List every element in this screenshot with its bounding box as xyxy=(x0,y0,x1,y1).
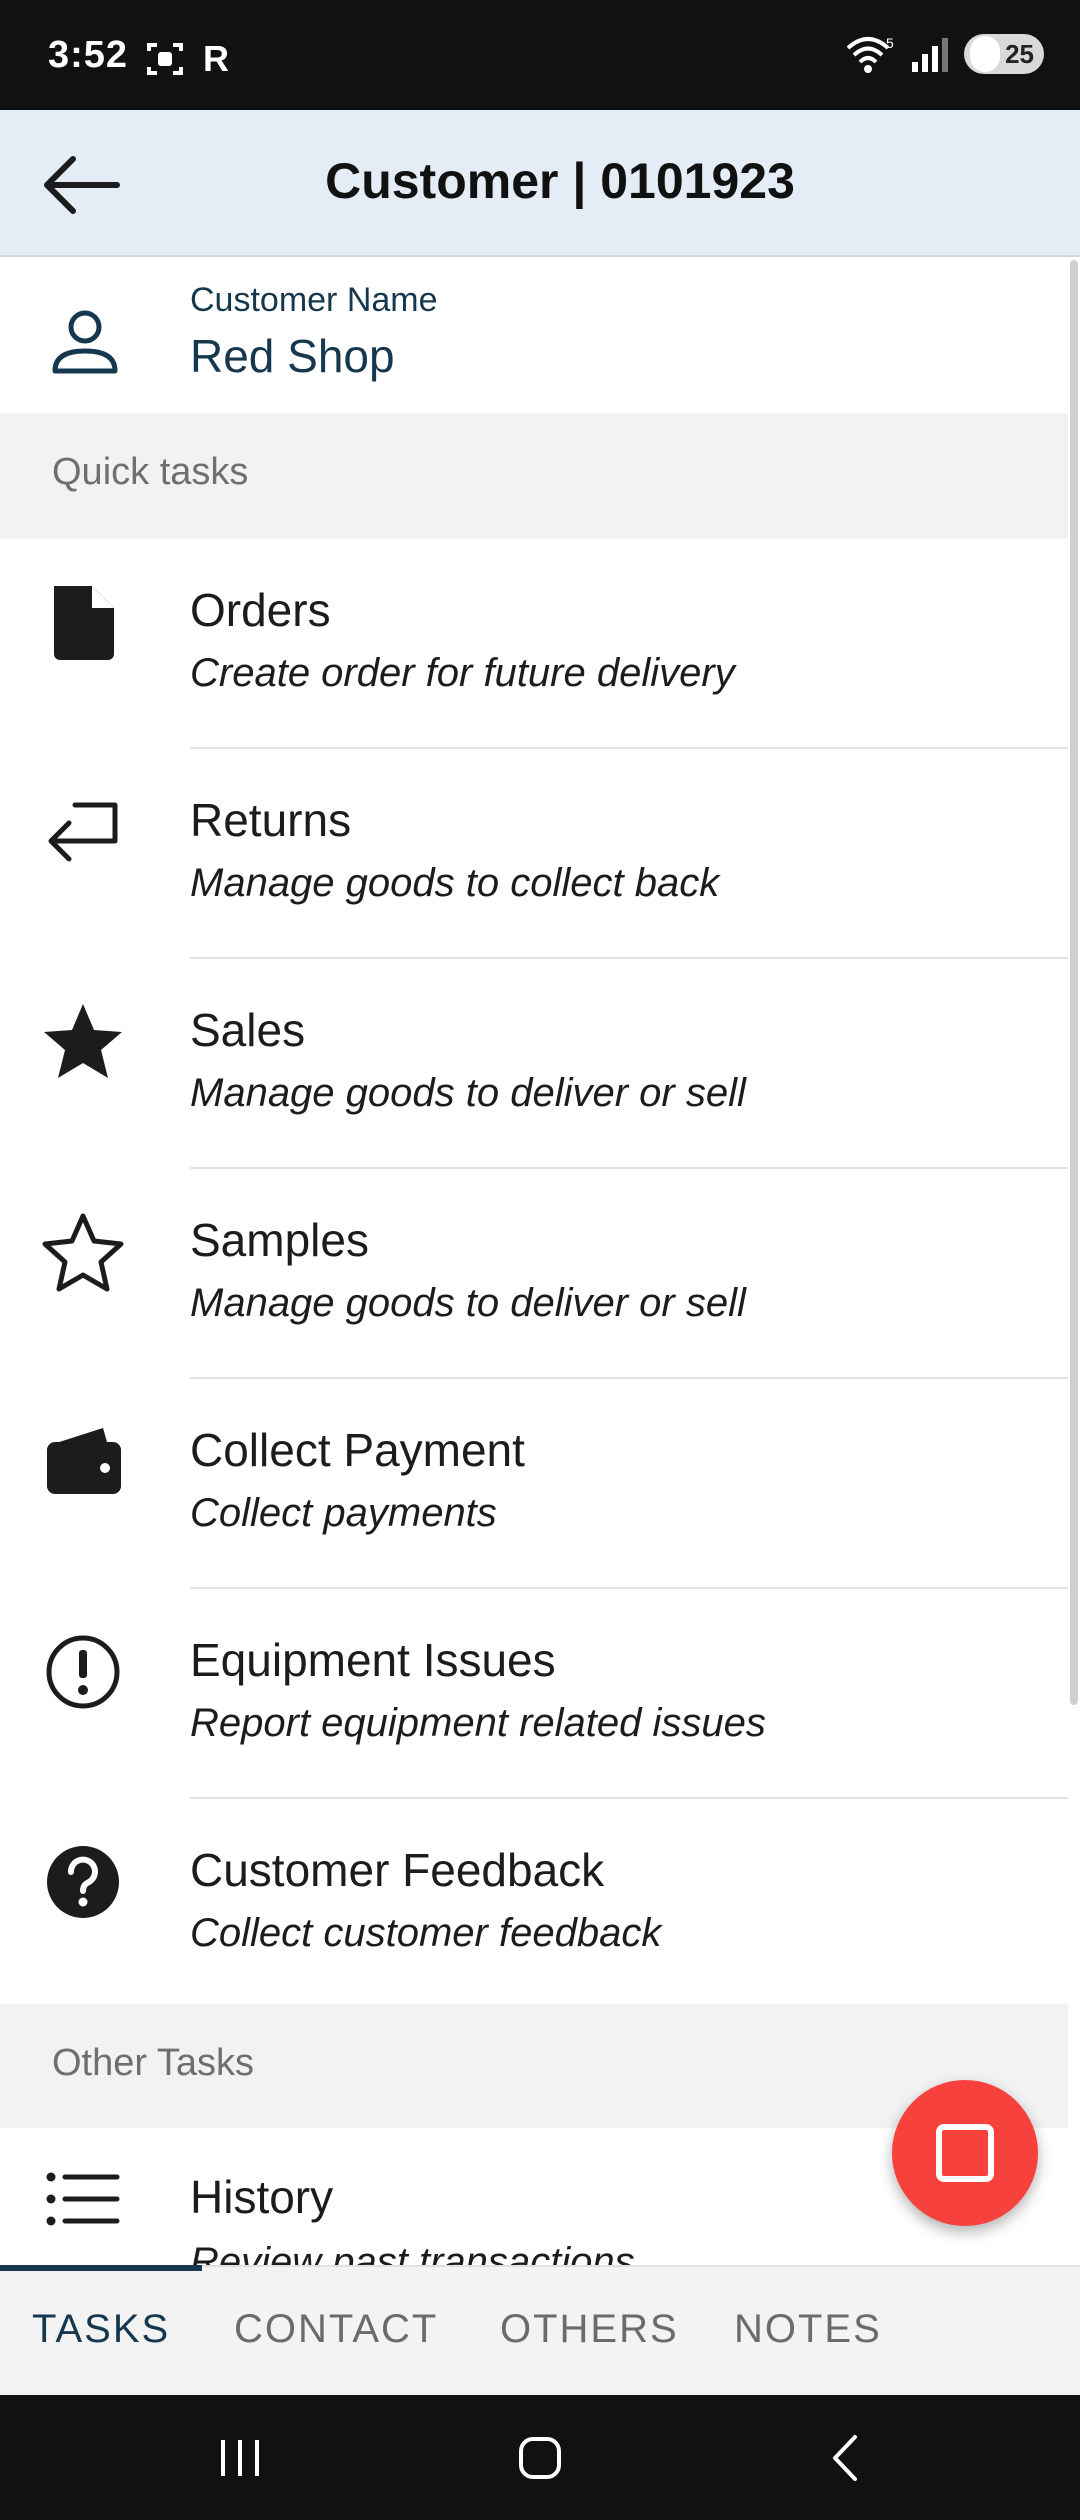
star-filled-icon xyxy=(40,999,126,1085)
tab-others[interactable]: OTHERS xyxy=(500,2307,679,2352)
system-navigation-bar xyxy=(0,2395,1080,2520)
task-title: Returns xyxy=(190,794,352,846)
floating-action-button[interactable] xyxy=(892,2080,1038,2226)
task-returns[interactable]: Returns Manage goods to collect back xyxy=(0,749,1068,959)
task-title: Customer Feedback xyxy=(190,1844,605,1896)
active-tab-indicator xyxy=(0,2265,202,2271)
screenshot-icon xyxy=(147,43,183,75)
task-title: Sales xyxy=(190,1004,306,1056)
battery-level: 25 xyxy=(1005,38,1034,69)
task-title: History xyxy=(190,2171,334,2223)
task-orders[interactable]: Orders Create order for future delivery xyxy=(0,539,1068,749)
carrier-badge: R xyxy=(203,38,229,79)
page-title: Customer | 0101923 xyxy=(325,153,795,209)
file-icon xyxy=(40,579,126,665)
task-title: Collect Payment xyxy=(190,1424,525,1476)
task-samples[interactable]: Samples Manage goods to deliver or sell xyxy=(0,1169,1068,1379)
system-back-button[interactable] xyxy=(805,2423,885,2493)
tab-tasks[interactable]: TASKS xyxy=(32,2307,170,2352)
task-customer-feedback[interactable]: Customer Feedback Collect customer feedb… xyxy=(0,1799,1068,2009)
task-subtitle: Report equipment related issues xyxy=(190,1701,766,1745)
task-sales[interactable]: Sales Manage goods to deliver or sell xyxy=(0,959,1068,1169)
scrollbar[interactable] xyxy=(1070,260,1078,1705)
return-arrow-icon xyxy=(40,789,126,875)
charging-icon xyxy=(970,36,1000,72)
task-subtitle: Manage goods to deliver or sell xyxy=(190,1071,746,1115)
home-button[interactable] xyxy=(500,2423,580,2493)
app-bar: Customer | 0101923 xyxy=(0,110,1080,257)
customer-name-row: Customer Name Red Shop xyxy=(0,257,1068,413)
recent-apps-icon xyxy=(221,2440,259,2476)
section-header-quick-tasks: Quick tasks xyxy=(0,413,1068,539)
chevron-left-icon xyxy=(833,2435,857,2481)
tab-contact[interactable]: CONTACT xyxy=(234,2307,438,2352)
task-subtitle: Collect customer feedback xyxy=(190,1911,662,1955)
task-collect-payment[interactable]: Collect Payment Collect payments xyxy=(0,1379,1068,1589)
recent-apps-button[interactable] xyxy=(200,2423,280,2493)
list-icon xyxy=(40,2156,126,2242)
star-outline-icon xyxy=(40,1209,126,1295)
status-time: 3:52 xyxy=(48,34,129,76)
person-icon xyxy=(52,310,118,374)
square-icon xyxy=(936,2124,994,2182)
help-circle-icon xyxy=(40,1839,126,1925)
section-title: Quick tasks xyxy=(52,451,249,493)
customer-name-label: Customer Name xyxy=(190,281,438,319)
task-equipment-issues[interactable]: Equipment Issues Report equipment relate… xyxy=(0,1589,1068,1799)
task-title: Orders xyxy=(190,584,331,636)
task-subtitle: Manage goods to collect back xyxy=(190,861,720,905)
tab-notes[interactable]: NOTES xyxy=(734,2307,882,2352)
task-subtitle: Review past transactions xyxy=(190,2240,635,2265)
alert-circle-icon xyxy=(40,1629,126,1715)
status-right-icons: 5 25 xyxy=(846,34,1044,74)
task-title: Equipment Issues xyxy=(190,1634,556,1686)
customer-name-value: Red Shop xyxy=(190,330,395,382)
wifi-icon: 5 xyxy=(846,35,894,73)
task-subtitle: Create order for future delivery xyxy=(190,651,735,695)
task-title: Samples xyxy=(190,1214,369,1266)
status-bar: 3:52 R 5 25 xyxy=(0,0,1080,110)
bottom-tab-bar: TASKS CONTACT OTHERS NOTES xyxy=(0,2265,1080,2395)
status-left-icons: R xyxy=(145,38,229,80)
battery-indicator: 25 xyxy=(964,34,1044,74)
section-title: Other Tasks xyxy=(52,2042,255,2084)
signal-icon xyxy=(912,38,948,72)
home-icon xyxy=(519,2437,561,2479)
task-subtitle: Collect payments xyxy=(190,1491,497,1535)
task-subtitle: Manage goods to deliver or sell xyxy=(190,1281,746,1325)
wifi-badge: 5 xyxy=(886,35,894,51)
wallet-icon xyxy=(40,1419,126,1505)
